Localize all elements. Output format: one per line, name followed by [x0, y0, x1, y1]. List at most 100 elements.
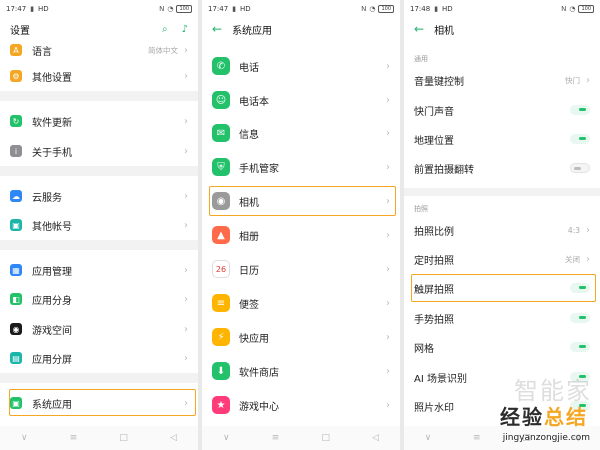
section-general: 通用: [414, 55, 428, 63]
signal-icon: ▮: [232, 5, 237, 13]
settings-row[interactable]: ▤ 应用分屏 ›: [0, 344, 198, 372]
app-store-icon: ⬇: [212, 362, 230, 380]
camera-header: ← 相机: [404, 18, 600, 40]
setting-row[interactable]: 定时拍照 关闭 ›: [404, 245, 600, 273]
navigation-bar: ∨ ≡ □ ◁: [0, 426, 198, 450]
highlight-box: [411, 274, 596, 302]
settings-row[interactable]: ↻ 软件更新 ›: [0, 107, 198, 135]
message-icon: ✉: [212, 124, 230, 142]
microphone-icon[interactable]: ♪: [182, 24, 188, 35]
nav-down-icon[interactable]: ∨: [425, 433, 432, 443]
back-arrow-icon[interactable]: ←: [414, 22, 424, 36]
nav-back-icon[interactable]: ◁: [372, 433, 379, 443]
phone-manager-icon: ⛨: [212, 158, 230, 176]
nav-menu-icon[interactable]: ≡: [473, 433, 481, 443]
app-row[interactable]: ✉ 信息 ›: [202, 118, 400, 148]
row-value: 快门: [565, 75, 580, 85]
row-label: 软件商店: [239, 367, 279, 379]
toggle-switch[interactable]: [570, 105, 590, 115]
setting-row[interactable]: 音量键控制 快门 ›: [404, 66, 600, 94]
row-label: 定时拍照: [414, 255, 454, 267]
app-row[interactable]: ✆ 电话 ›: [202, 51, 400, 81]
settings-row[interactable]: i 关于手机 ›: [0, 137, 198, 165]
system-apps-header: ← 系统应用: [202, 18, 400, 40]
setting-row[interactable]: 前置拍摄翻转: [404, 154, 600, 182]
row-label: 软件更新: [32, 117, 72, 129]
wifi-icon: ◔: [569, 5, 576, 13]
settings-row[interactable]: ◧ 应用分身 ›: [0, 285, 198, 313]
row-label: 应用分屏: [32, 354, 72, 366]
nav-menu-icon[interactable]: ≡: [272, 433, 280, 443]
nav-home-icon[interactable]: □: [119, 433, 128, 443]
chevron-right-icon: ›: [184, 145, 188, 157]
setting-row[interactable]: 网格: [404, 333, 600, 361]
row-label: 网格: [414, 343, 434, 355]
watermark-brand-b: 总结: [544, 405, 588, 429]
status-bar: 17:47 ▮ HD N ◔ 100: [0, 0, 198, 18]
row-label: 电话本: [239, 96, 269, 108]
toggle-knob: [579, 137, 586, 140]
row-label: 音量键控制: [414, 76, 464, 88]
page-title: 设置: [10, 25, 30, 37]
chevron-right-icon: ›: [386, 161, 390, 173]
row-label: 关于手机: [32, 147, 72, 159]
status-network: HD: [442, 5, 453, 13]
toggle-switch[interactable]: [570, 163, 590, 173]
setting-row[interactable]: 地理位置: [404, 125, 600, 153]
wifi-icon: ◔: [369, 5, 376, 13]
row-label: 手机管家: [239, 163, 279, 175]
nav-home-icon[interactable]: □: [321, 433, 330, 443]
row-label: 语言: [32, 46, 52, 58]
settings-row[interactable]: A 语言 简体中文 ›: [0, 36, 198, 64]
battery-icon: 100: [578, 5, 594, 13]
app-row[interactable]: ≡ 便签 ›: [202, 288, 400, 318]
nav-down-icon[interactable]: ∨: [21, 433, 28, 443]
nav-menu-icon[interactable]: ≡: [70, 433, 78, 443]
settings-row[interactable]: ⚙ 其他设置 ›: [0, 62, 198, 90]
quick-app-icon: ⚡: [212, 328, 230, 346]
row-label: 快门声音: [414, 106, 454, 118]
toggle-switch[interactable]: [570, 342, 590, 352]
app-row[interactable]: ▲ 相册 ›: [202, 220, 400, 250]
setting-row[interactable]: 手势拍照: [404, 304, 600, 332]
system-apps-panel: 17:47 ▮ HD N ◔ 100 ← 系统应用 ✆ 电话 › ☺ 电话本 › ✉ 信息 › ⛨…: [202, 0, 400, 450]
settings-row[interactable]: ◉ 游戏空间 ›: [0, 315, 198, 343]
chevron-right-icon: ›: [184, 190, 188, 202]
page-title: 相机: [434, 25, 455, 37]
gear-icon: ⚙: [10, 70, 22, 82]
setting-row[interactable]: 快门声音: [404, 96, 600, 124]
section-divider: [0, 166, 198, 176]
back-arrow-icon[interactable]: ←: [212, 22, 222, 36]
nfc-icon: N: [361, 5, 367, 13]
navigation-bar: ∨ ≡ □ ◁: [202, 426, 400, 450]
chevron-right-icon: ›: [386, 127, 390, 139]
signal-icon: ▮: [30, 5, 35, 13]
row-label: 云服务: [32, 192, 62, 204]
toggle-switch[interactable]: [570, 313, 590, 323]
game-space-icon: ◉: [10, 323, 22, 335]
setting-row[interactable]: 拍照比例 4:3 ›: [404, 216, 600, 244]
toggle-switch[interactable]: [570, 134, 590, 144]
row-label: 相册: [239, 231, 259, 243]
app-row[interactable]: ☺ 电话本 ›: [202, 85, 400, 115]
chevron-right-icon: ›: [184, 70, 188, 82]
app-row[interactable]: ⬇ 软件商店 ›: [202, 356, 400, 386]
camera-settings-panel: 17:48 ▮ HD N ◔ 100 ← 相机 通用 拍照 音量键控制 快门 › 快门…: [404, 0, 600, 450]
app-row[interactable]: ★ 游戏中心 ›: [202, 390, 400, 420]
calendar-icon: 26: [212, 260, 230, 278]
row-label: 手势拍照: [414, 314, 454, 326]
row-label: 应用管理: [32, 266, 72, 278]
settings-row[interactable]: ▣ 其他帐号 ›: [0, 211, 198, 239]
row-label: 游戏中心: [239, 401, 279, 413]
phone-icon: ✆: [212, 57, 230, 75]
app-row[interactable]: ⚡ 快应用 ›: [202, 322, 400, 352]
nav-down-icon[interactable]: ∨: [223, 433, 230, 443]
search-icon[interactable]: ⌕: [162, 24, 168, 35]
settings-row[interactable]: ☁ 云服务 ›: [0, 182, 198, 210]
app-row[interactable]: ⛨ 手机管家 ›: [202, 152, 400, 182]
row-label: 前置拍摄翻转: [414, 164, 474, 176]
settings-row[interactable]: ▦ 应用管理 ›: [0, 256, 198, 284]
app-row[interactable]: 26 日历 ›: [202, 254, 400, 284]
nav-back-icon[interactable]: ◁: [170, 433, 177, 443]
toggle-knob: [579, 316, 586, 319]
